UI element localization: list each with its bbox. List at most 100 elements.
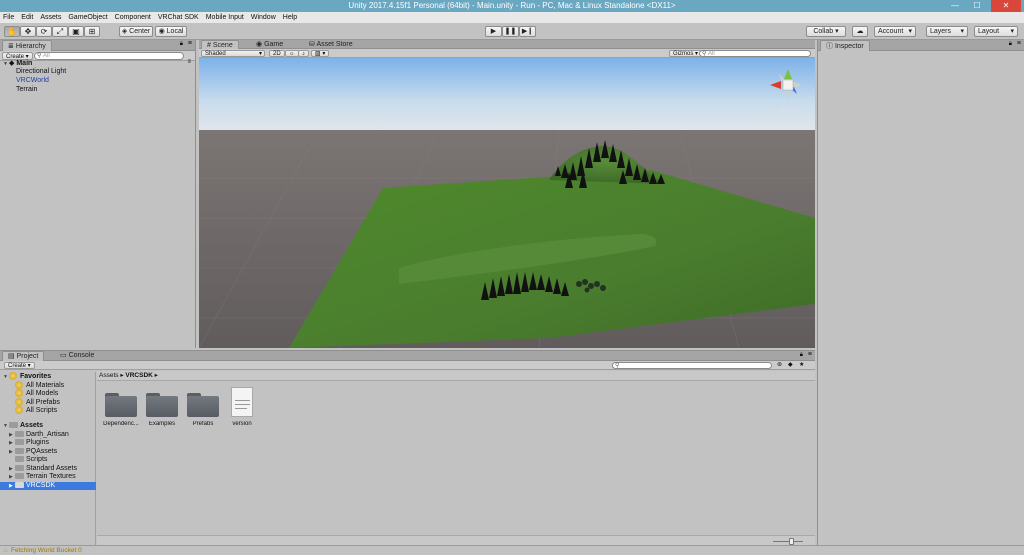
audio-toggle-icon[interactable]: ♪ [298,50,309,57]
asset-store-icon: ⛁ [309,41,315,48]
zoom-slider-handle[interactable] [789,538,794,545]
account-dropdown[interactable]: Account ▾ [874,26,916,37]
layers-dropdown[interactable]: Layers ▾ [926,26,968,37]
filter-type-icon[interactable]: ⊛ [777,361,782,368]
cloud-icon[interactable]: ☁ [852,26,868,37]
hand-tool-icon[interactable]: ✋ [4,26,20,37]
favorites-header[interactable]: ▼ Favorites [3,372,51,381]
tab-game[interactable]: ◉ Game [251,40,288,49]
tab-project[interactable]: ▤ Project [2,351,45,361]
space-toggle[interactable]: ◉ Local [155,26,187,37]
favorite-item[interactable]: All Materials [15,380,64,390]
panel-menu-icon[interactable]: ≡ [1017,40,1021,47]
unity-scene-icon: ◆ [9,60,15,67]
menu-file[interactable]: File [3,14,14,21]
layout-dropdown[interactable]: Layout ▾ [974,26,1018,37]
menu-vrchat-sdk[interactable]: VRChat SDK [158,14,199,21]
maximize-button[interactable]: ☐ [966,0,988,12]
account-label: Account [878,28,904,35]
move-tool-icon[interactable]: ✥ [20,26,36,37]
folder-icon [15,456,24,463]
hierarchy-item[interactable]: Terrain [16,85,37,94]
shading-dropdown[interactable]: Shaded ▾ [201,50,265,57]
assets-header[interactable]: ▼ Assets [3,422,43,431]
scene-viewport[interactable]: Persp [199,58,815,348]
hierarchy-item[interactable]: VRCWorld [16,76,49,85]
tab-scene[interactable]: # Scene [201,40,239,49]
asset-folder-item[interactable]: ▶ Plugins [9,439,49,448]
filter-label-icon[interactable]: ◆ [788,361,793,368]
panel-menu-icon[interactable]: ≡ [808,351,812,358]
pause-button[interactable]: ❚❚ [502,26,519,37]
project-search-input[interactable] [612,362,772,369]
transform-tool-icon[interactable]: ⊞ [84,26,100,37]
scene-menu-icon[interactable]: ≡ [187,59,191,65]
close-button[interactable]: ✕ [991,0,1021,12]
play-button[interactable]: ▶ [485,26,502,37]
folder-icon[interactable] [187,393,219,417]
breadcrumb-current[interactable]: VRCSDK [125,372,152,379]
scale-tool-icon[interactable]: ⤢ [52,26,68,37]
menu-edit[interactable]: Edit [21,14,33,21]
lighting-toggle-icon[interactable]: ☼ [285,50,299,57]
project-subbar: Create ▾ ⊛ ◆ ★ [0,361,815,370]
shading-label: Shaded [205,51,226,57]
menu-component[interactable]: Component [115,14,151,21]
dropdown-arrow-icon: ▾ [908,28,912,35]
asset-folder-item-selected[interactable]: ▶ VRCSDK [0,481,96,490]
rect-tool-icon[interactable]: ▣ [68,26,84,37]
favorite-item[interactable]: All Models [15,389,58,398]
space-label: Local [166,28,184,35]
favorite-star-icon[interactable]: ★ [799,361,804,368]
asset-folder-item[interactable]: Scripts [9,456,47,465]
scene-name: Main [16,60,33,67]
tab-inspector[interactable]: ⓘ Inspector [820,40,870,51]
inspector-panel: ⓘ Inspector 🔒︎ ≡ [817,40,1024,545]
asset-folder-item[interactable]: ▶ Terrain Textures [9,473,76,482]
asset-label[interactable]: version [221,421,263,427]
menu-help[interactable]: Help [283,14,297,21]
zoom-slider-track[interactable] [773,541,803,542]
menu-assets[interactable]: Assets [40,14,61,21]
menu-mobile-input[interactable]: Mobile Input [206,14,244,21]
minimize-button[interactable]: — [944,0,966,12]
tab-console[interactable]: ▭ Console [55,351,99,361]
rotate-tool-icon[interactable]: ⟳ [36,26,52,37]
lock-icon[interactable]: 🔒︎ [180,41,183,48]
scene-search-input[interactable]: All [699,50,811,57]
breadcrumb-root[interactable]: Assets [99,372,119,379]
menu-window[interactable]: Window [251,14,276,21]
scene-panel: # Scene ◉ Game ⛁ Asset Store Shaded ▾ 2D … [199,40,815,58]
project-create-button[interactable]: Create ▾ [4,362,35,369]
toggle-2d-button[interactable]: 2D [269,50,285,57]
text-file-icon[interactable] [231,387,253,417]
panel-menu-icon[interactable]: ≡ [188,40,192,47]
tab-hierarchy[interactable]: ≣ Hierarchy [2,40,52,51]
lock-icon[interactable]: 🔒︎ [1009,41,1012,48]
menu-gameobject[interactable]: GameObject [68,14,107,21]
folder-icon[interactable] [105,393,137,417]
status-message[interactable]: Fetching World Bucket 0 [11,547,82,554]
asset-folder-item[interactable]: ▶ Darth_Artisan [9,431,69,440]
asset-folder-item[interactable]: ▶ Standard Assets [9,465,77,474]
favorite-item[interactable]: All Scripts [15,406,57,415]
asset-label[interactable]: Dependenc... [100,421,142,427]
lock-icon[interactable]: 🔒︎ [800,352,803,359]
dropdown-arrow-icon: ▾ [258,51,262,57]
effects-dropdown-icon[interactable]: ▨ ▾ [311,50,330,57]
pivot-toggle[interactable]: ◈ Center [119,26,153,37]
folder-icon[interactable] [146,393,178,417]
asset-label[interactable]: Prefabs [182,421,224,427]
scene-tab-icon: # [207,42,211,49]
collab-dropdown[interactable]: Collab ▾ [806,26,846,37]
asset-folder-item[interactable]: ▶ PQAssets [9,448,57,457]
asset-label[interactable]: Examples [141,421,183,427]
step-button[interactable]: ▶❙ [519,26,536,37]
tab-asset-store[interactable]: ⛁ Asset Store [304,40,358,49]
expand-arrow-icon[interactable]: ▼ [3,373,9,382]
gizmos-dropdown[interactable]: Gizmos ▾ [669,50,703,57]
hierarchy-item[interactable]: Directional Light [16,67,66,76]
hierarchy-search-input[interactable]: All [34,52,184,60]
window-title: Unity 2017.4.15f1 Personal (64bit) - Mai… [348,1,676,10]
favorite-item[interactable]: All Prefabs [15,397,60,407]
